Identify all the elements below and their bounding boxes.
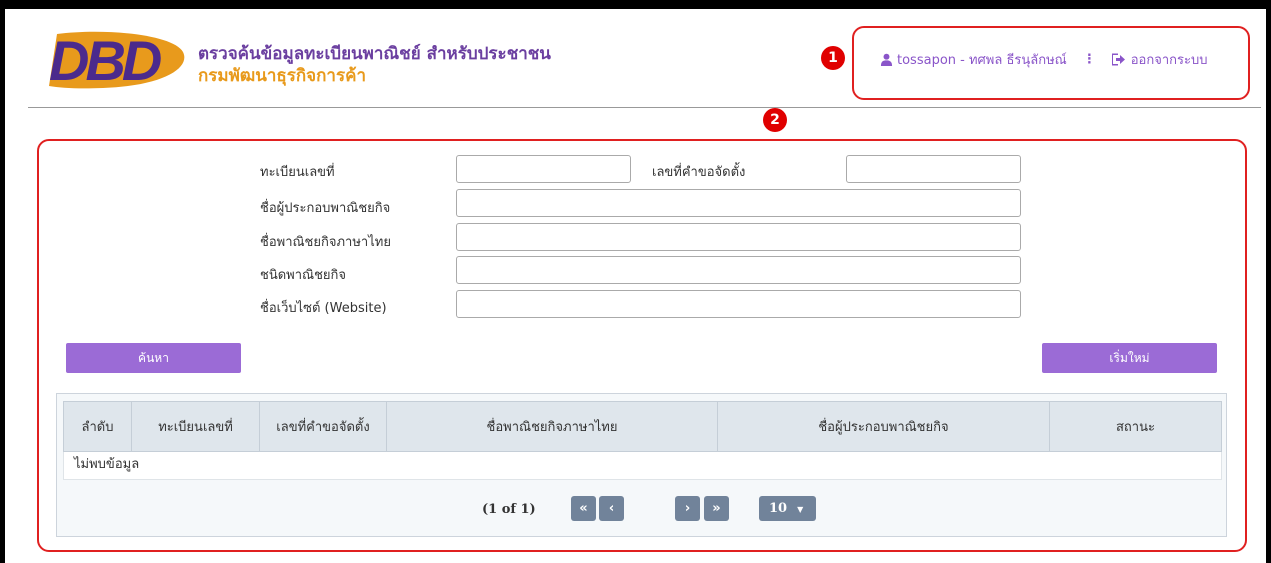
paginator: (1 of 1) « ‹ › » 10 ▼: [57, 494, 1226, 526]
operator-name-label: ชื่อผู้ประกอบพาณิชยกิจ: [260, 201, 391, 216]
last-page-button[interactable]: »: [704, 496, 729, 521]
first-page-button[interactable]: «: [571, 496, 596, 521]
rows-per-page-value: 10: [769, 501, 788, 516]
logout-label: ออกจากระบบ: [1130, 53, 1208, 68]
chevron-down-icon: ▼: [797, 503, 804, 514]
window-frame-top: [0, 0, 1271, 9]
search-button[interactable]: ค้นหา: [66, 343, 241, 373]
sign-out-icon: [1111, 53, 1125, 66]
empty-message: ไม่พบข้อมูล: [63, 452, 1222, 480]
callout-badge-2: 2: [763, 108, 787, 132]
results-table: ลำดับ ทะเบียนเลขที่ เลขที่คำขอจัดตั้ง ชื…: [56, 393, 1227, 537]
callout-badge-1: 1: [821, 46, 845, 70]
website-label: ชื่อเว็บไซต์ (Website): [260, 301, 387, 316]
window-frame-right: [1266, 0, 1271, 563]
request-no-input[interactable]: [846, 155, 1021, 183]
column-header-operator-name[interactable]: ชื่อผู้ประกอบพาณิชยกิจ: [718, 402, 1050, 451]
request-no-label: เลขที่คำขอจัดตั้ง: [652, 165, 746, 180]
rows-per-page-select[interactable]: 10 ▼: [759, 496, 816, 521]
reset-button[interactable]: เริ่มใหม่: [1042, 343, 1217, 373]
website-input[interactable]: [456, 290, 1021, 318]
reg-no-input[interactable]: [456, 155, 631, 183]
user-icon: [880, 53, 893, 66]
department-subtitle: กรมพัฒนาธุรกิจการค้า: [198, 66, 367, 86]
column-header-request-no[interactable]: เลขที่คำขอจัดตั้ง: [260, 402, 387, 451]
table-header-row: ลำดับ ทะเบียนเลขที่ เลขที่คำขอจัดตั้ง ชื…: [63, 401, 1222, 452]
business-type-input[interactable]: [456, 256, 1021, 284]
logout-button[interactable]: ออกจากระบบ: [1111, 49, 1208, 70]
prev-page-icon: ‹: [608, 501, 615, 516]
first-page-icon: «: [579, 501, 588, 516]
column-header-order[interactable]: ลำดับ: [64, 402, 132, 451]
user-name[interactable]: tossapon - ทศพล ธีรนุลักษณ์: [897, 49, 1067, 70]
column-header-business-name[interactable]: ชื่อพาณิชยกิจภาษาไทย: [387, 402, 718, 451]
menu-separator-icon: ⋮: [1082, 52, 1096, 67]
page-info: (1 of 1): [482, 502, 536, 517]
dbd-logo: DBD: [49, 30, 185, 92]
operator-name-input[interactable]: [456, 189, 1021, 217]
next-page-button[interactable]: ›: [675, 496, 700, 521]
business-name-input[interactable]: [456, 223, 1021, 251]
column-header-status[interactable]: สถานะ: [1050, 402, 1221, 451]
reg-no-label: ทะเบียนเลขที่: [260, 165, 335, 180]
svg-text:DBD: DBD: [49, 30, 161, 92]
next-page-icon: ›: [684, 501, 691, 516]
header-divider: [28, 107, 1261, 108]
business-type-label: ชนิดพาณิชยกิจ: [260, 268, 347, 283]
business-name-label: ชื่อพาณิชยกิจภาษาไทย: [260, 235, 391, 250]
user-area: tossapon - ทศพล ธีรนุลักษณ์ ⋮ ออกจากระบบ: [880, 49, 1207, 70]
window-frame-left: [0, 0, 5, 563]
column-header-reg-no[interactable]: ทะเบียนเลขที่: [132, 402, 260, 451]
last-page-icon: »: [712, 501, 721, 516]
prev-page-button[interactable]: ‹: [599, 496, 624, 521]
